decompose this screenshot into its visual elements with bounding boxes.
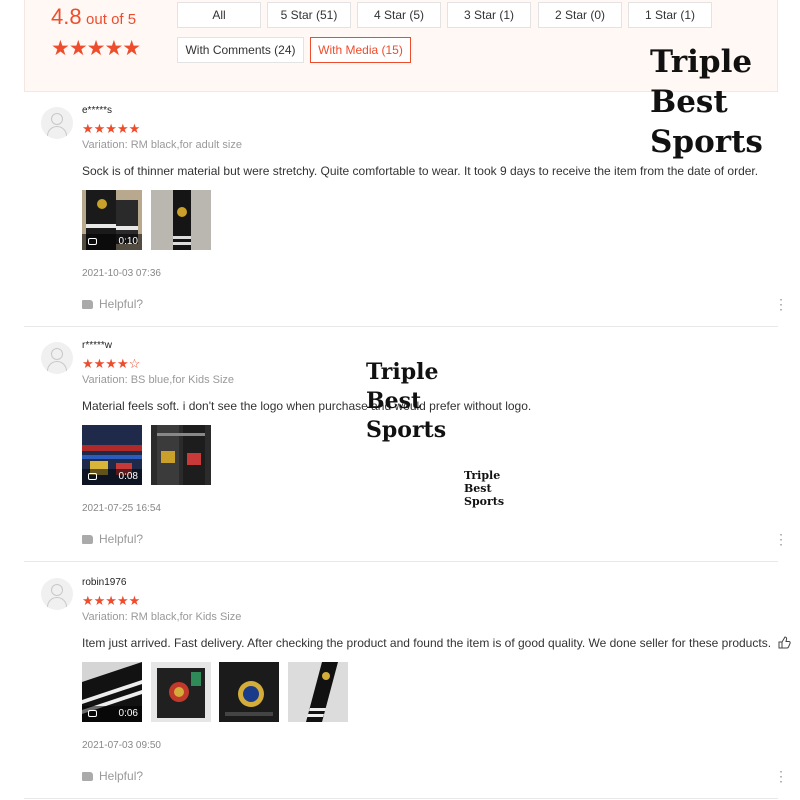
review-stars: ★★★★★ [82, 121, 141, 136]
review-video-thumbnail[interactable]: 0:06 [82, 662, 142, 722]
watermark-line: Triple [650, 44, 753, 80]
watermark-small: Triple Best Sports [464, 469, 504, 508]
video-overlay: 0:08 [82, 469, 142, 485]
filter-with-media[interactable]: With Media (15) [310, 37, 411, 63]
sock-photo-image [151, 662, 211, 722]
filter-with-comments[interactable]: With Comments (24) [177, 37, 304, 63]
reviewer-name: r*****w [82, 340, 113, 351]
watermark-line: Sports [464, 495, 505, 508]
avatar-body [47, 361, 67, 374]
review-stars: ★★★★★ [82, 593, 141, 608]
filter-3-star[interactable]: 3 Star (1) [447, 2, 531, 28]
review-variation: Variation: RM black,for adult size [82, 139, 242, 151]
review-date: 2021-10-03 07:36 [82, 268, 161, 279]
video-camera-icon [88, 238, 97, 245]
helpful-button[interactable]: Helpful? [82, 769, 143, 783]
review-date: 2021-07-25 16:54 [82, 503, 161, 514]
helpful-label: Helpful? [99, 769, 144, 783]
review-text: Material feels soft. i don't see the log… [82, 399, 532, 413]
more-options-icon[interactable]: ⋮ [774, 532, 788, 546]
watermark-large: Triple Best Sports [650, 42, 763, 162]
video-overlay: 0:10 [82, 234, 142, 250]
review-date: 2021-07-03 09:50 [82, 740, 161, 751]
sock-photo-image [151, 425, 211, 485]
review-divider [24, 326, 778, 327]
review-video-thumbnail[interactable]: 0:10 [82, 190, 142, 250]
review-text: Item just arrived. Fast delivery. After … [82, 636, 792, 650]
more-options-icon[interactable]: ⋮ [774, 297, 788, 311]
review-variation: Variation: RM black,for Kids Size [82, 611, 242, 623]
filter-5-star[interactable]: 5 Star (51) [267, 2, 351, 28]
sock-photo-image [151, 190, 211, 250]
video-duration: 0:10 [118, 236, 138, 247]
watermark-line: Triple [366, 359, 439, 385]
helpful-button[interactable]: Helpful? [82, 297, 143, 311]
summary-stars: ★★★★★ [51, 37, 141, 60]
thumbs-up-icon [82, 300, 93, 309]
watermark-line: Sports [366, 417, 447, 443]
video-camera-icon [88, 710, 97, 717]
review-divider [24, 561, 778, 562]
reviewer-name: e*****s [82, 105, 113, 116]
avatar-body [47, 597, 67, 610]
sock-photo-image [219, 662, 279, 722]
avatar[interactable] [41, 342, 73, 374]
watermark-line: Triple [464, 469, 501, 482]
thumbs-up-emoji-icon [778, 636, 792, 649]
filter-1-star[interactable]: 1 Star (1) [628, 2, 712, 28]
filter-4-star[interactable]: 4 Star (5) [357, 2, 441, 28]
review-stars: ★★★★☆ [82, 356, 141, 371]
avatar-head [51, 113, 63, 125]
filter-2-star[interactable]: 2 Star (0) [538, 2, 622, 28]
filter-all[interactable]: All [177, 2, 261, 28]
watermark-line: Sports [650, 124, 763, 160]
review-photo-thumbnail[interactable] [288, 662, 348, 722]
watermark-medium: Triple Best Sports [366, 358, 446, 445]
score-out-of: out of 5 [86, 11, 137, 28]
helpful-label: Helpful? [99, 532, 144, 546]
watermark-line: Best [650, 84, 728, 120]
review-variation: Variation: BS blue,for Kids Size [82, 374, 235, 386]
watermark-line: Best [464, 482, 492, 495]
avatar-body [47, 126, 67, 139]
thumbs-up-icon [82, 535, 93, 544]
avatar[interactable] [41, 578, 73, 610]
more-options-icon[interactable]: ⋮ [774, 769, 788, 783]
review-photo-thumbnail[interactable] [151, 425, 211, 485]
avatar-head [51, 348, 63, 360]
video-duration: 0:06 [118, 708, 138, 719]
review-text-content: Item just arrived. Fast delivery. After … [82, 636, 772, 650]
video-camera-icon [88, 473, 97, 480]
helpful-label: Helpful? [99, 297, 144, 311]
review-text: Sock is of thinner material but were str… [82, 164, 759, 178]
review-photo-thumbnail[interactable] [219, 662, 279, 722]
review-divider [24, 798, 778, 799]
rating-score: 4.8 out of 5 [51, 4, 136, 30]
thumbs-up-icon [82, 772, 93, 781]
sock-photo-image [288, 662, 348, 722]
reviewer-name: robin1976 [82, 577, 127, 588]
avatar[interactable] [41, 107, 73, 139]
helpful-button[interactable]: Helpful? [82, 532, 143, 546]
avatar-head [51, 584, 63, 596]
score-value: 4.8 [51, 4, 82, 29]
review-photo-thumbnail[interactable] [151, 662, 211, 722]
review-video-thumbnail[interactable]: 0:08 [82, 425, 142, 485]
video-duration: 0:08 [118, 471, 138, 482]
video-overlay: 0:06 [82, 706, 142, 722]
watermark-line: Best [366, 388, 422, 414]
review-photo-thumbnail[interactable] [151, 190, 211, 250]
